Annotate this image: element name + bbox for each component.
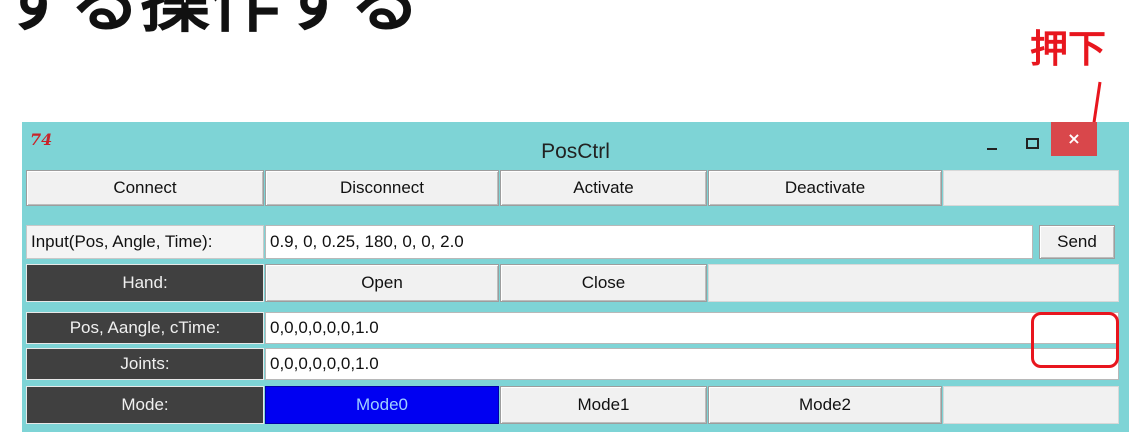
send-highlight-box: [1031, 312, 1119, 368]
activate-button[interactable]: Activate: [500, 170, 707, 206]
titlebar: 74 PosCtrl ×: [22, 122, 1129, 166]
hand-label: Hand:: [26, 264, 264, 302]
empty-cell: [943, 170, 1119, 206]
empty-cell: [943, 386, 1119, 424]
open-hand-button[interactable]: Open: [265, 264, 499, 302]
close-window-button[interactable]: ×: [1051, 122, 1097, 156]
deactivate-button[interactable]: Deactivate: [708, 170, 942, 206]
input-field[interactable]: 0.9, 0, 0.25, 180, 0, 0, 2.0: [265, 225, 1033, 259]
pos-angle-label: Pos, Aangle, cTime:: [26, 312, 264, 344]
maximize-button[interactable]: [1017, 122, 1047, 156]
send-button[interactable]: Send: [1039, 225, 1115, 259]
mode0-button[interactable]: Mode0: [265, 386, 499, 424]
close-hand-button[interactable]: Close: [500, 264, 707, 302]
disconnect-button[interactable]: Disconnect: [265, 170, 499, 206]
empty-cell: [708, 264, 1119, 302]
maximize-icon: [1026, 138, 1039, 149]
mode-label: Mode:: [26, 386, 264, 424]
posctrl-window: 74 PosCtrl × Connect Disconnect Activate…: [22, 122, 1129, 432]
minimize-button[interactable]: [977, 122, 1007, 156]
pos-angle-field[interactable]: 0,0,0,0,0,0,1.0: [265, 312, 1119, 344]
control-panel: Connect Disconnect Activate Deactivate I…: [22, 166, 1129, 432]
joints-label: Joints:: [26, 348, 264, 380]
joints-field[interactable]: 0,0,0,0,0,0,1.0: [265, 348, 1119, 380]
mode2-button[interactable]: Mode2: [708, 386, 942, 424]
minimize-icon: [987, 148, 997, 150]
mode1-button[interactable]: Mode1: [500, 386, 707, 424]
input-label: Input(Pos, Angle, Time):: [26, 225, 264, 259]
connect-button[interactable]: Connect: [26, 170, 264, 206]
